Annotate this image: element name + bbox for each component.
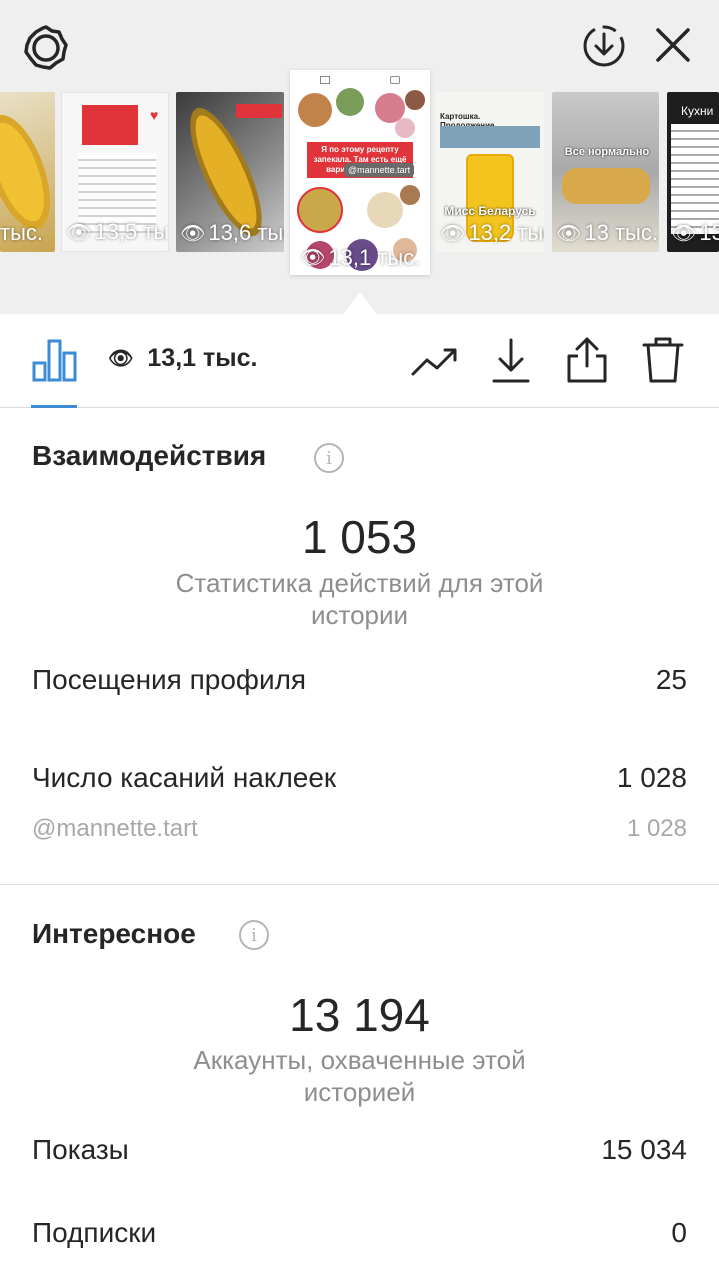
story-thumbnail[interactable]: Кухни 👁 13 <box>667 92 719 252</box>
download-icon <box>492 338 530 383</box>
stat-label: Подписки <box>32 1217 157 1248</box>
active-tab-indicator <box>31 405 77 408</box>
text-lines <box>671 124 719 234</box>
stat-row-sticker-taps: Число касаний наклеек 1 028 <box>32 762 687 794</box>
insights-action-bar: 👁 13,1 тыс. <box>0 314 719 408</box>
stat-row-impressions: Показы 15 034 <box>32 1134 687 1166</box>
stat-row-mention: @mannette.tart 1 028 <box>32 815 687 843</box>
story-thumbnail[interactable]: Все нормально 👁 13 тыс. <box>552 92 659 252</box>
save-story-button[interactable] <box>580 22 628 70</box>
settings-button[interactable] <box>20 22 72 74</box>
mention-value: 1 028 <box>626 815 687 842</box>
info-icon[interactable]: i <box>314 443 344 473</box>
view-count: 👁13,6 тыс. <box>180 220 284 245</box>
eye-icon: 👁 <box>671 222 697 245</box>
interactions-total: 1 053 <box>301 511 418 563</box>
stat-row-profile-visits: Посещения профиля 25 <box>32 664 687 696</box>
stat-value: 25 <box>655 664 687 695</box>
potato-banner <box>440 126 540 148</box>
stat-label: Число касаний наклеек <box>32 762 337 793</box>
bath-image <box>562 168 650 204</box>
trash-icon <box>642 337 684 383</box>
mention-sticker[interactable]: @mannette.tart <box>344 163 415 177</box>
discovery-caption: Аккаунты, охваченные этой историей <box>193 1045 526 1107</box>
view-count: 👁 13 <box>671 220 719 245</box>
story-thumbnail[interactable]: Картошка. Продолжение... Мисс Беларусь 👁… <box>436 92 544 252</box>
view-count: 👁13,2 тыс. <box>440 220 544 245</box>
heart-icon: ♥ <box>150 107 159 123</box>
interactions-title: Взаимодействия <box>32 440 267 471</box>
stat-value: 1 028 <box>616 762 687 793</box>
stat-label: Показы <box>32 1134 129 1165</box>
stat-value: 15 034 <box>601 1134 687 1165</box>
eye-icon: 👁 <box>556 222 582 245</box>
potato-caption: Мисс Беларусь <box>444 204 536 218</box>
text-title: Кухни <box>681 104 714 118</box>
bar-chart-icon <box>32 339 77 382</box>
discovery-title: Интересное <box>32 918 196 949</box>
download-circle-icon <box>583 25 625 67</box>
gear-icon <box>24 25 68 70</box>
eye-icon: 👁 <box>180 222 206 245</box>
selected-story-thumbnail[interactable]: Я по этому рецепту запекала. Там есть ещ… <box>290 70 430 275</box>
mention-label: @mannette.tart <box>32 815 198 842</box>
info-icon[interactable]: i <box>239 920 269 950</box>
share-button[interactable] <box>564 334 610 386</box>
story-views: 👁 13,1 тыс. <box>108 344 257 373</box>
view-count: тыс. <box>0 220 44 245</box>
view-count: 👁13,5 тыс. <box>66 219 169 244</box>
story-thumbnail[interactable]: ♥ 👁13,5 тыс. <box>61 92 169 252</box>
story-thumbnail[interactable]: тыс. <box>0 92 55 252</box>
eye-icon: 👁 <box>440 222 466 245</box>
selected-pointer <box>343 292 377 314</box>
download-button[interactable] <box>488 336 534 386</box>
story-thumbnail[interactable]: 👁13,6 тыс. <box>176 92 284 252</box>
eye-icon: 👁 <box>300 247 326 269</box>
promote-button[interactable] <box>410 340 460 384</box>
eye-icon: 👁 <box>108 348 134 370</box>
bath-caption: Все нормально <box>564 146 650 158</box>
trending-up-icon <box>411 348 457 376</box>
discovery-total: 13 194 <box>289 989 430 1041</box>
interactions-caption: Статистика действий для этой истории <box>175 568 544 630</box>
insights-tab[interactable] <box>30 336 78 384</box>
close-icon <box>656 28 690 62</box>
stat-row-follows: Подписки 0 <box>32 1217 687 1249</box>
chat-banner <box>82 105 138 145</box>
stat-value: 0 <box>671 1217 687 1248</box>
eye-icon: 👁 <box>66 221 92 244</box>
close-button[interactable] <box>650 22 696 68</box>
stat-label: Посещения профиля <box>32 664 307 695</box>
views-label: 13,1 тыс. <box>147 344 258 372</box>
view-count: 👁 13 тыс. <box>556 220 658 245</box>
view-count: 👁 13,1 тыс. <box>300 245 421 270</box>
delete-button[interactable] <box>640 334 686 386</box>
section-divider <box>0 884 719 885</box>
share-icon <box>567 337 607 383</box>
story-header: тыс. ♥ 👁13,5 тыс. 👁13,6 тыс. Картошка. П… <box>0 0 719 314</box>
